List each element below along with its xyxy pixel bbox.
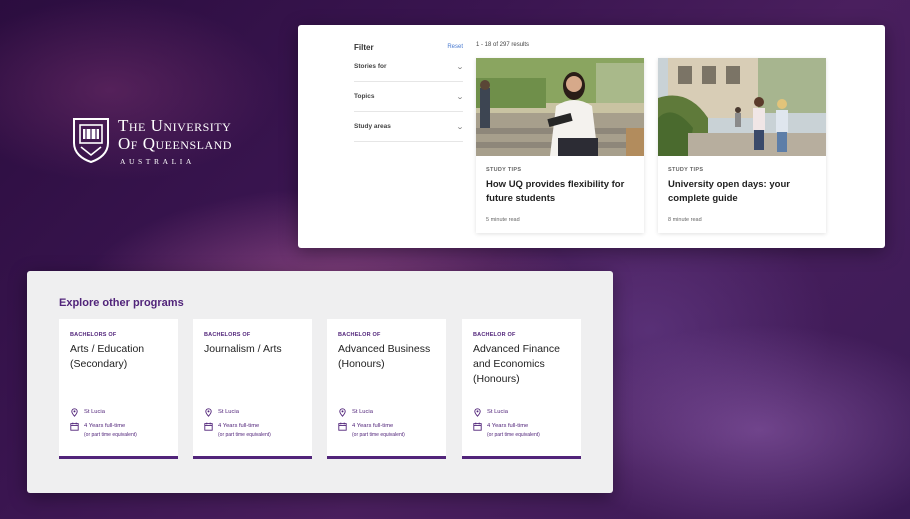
program-location: St Lucia	[473, 408, 508, 417]
duration-note: (or part time equivalent)	[218, 432, 271, 438]
calendar-icon	[338, 422, 347, 431]
chevron-down-icon: ⌄	[455, 63, 465, 71]
program-duration: 4 Years full-time (or part time equivale…	[338, 422, 405, 439]
story-read-time: 5 minute read	[486, 217, 520, 223]
program-name[interactable]: Journalism / Arts	[204, 342, 304, 357]
duration-text: 4 Years full-time	[487, 423, 529, 429]
program-location: St Lucia	[338, 408, 373, 417]
program-location: St Lucia	[204, 408, 239, 417]
filter-label: Topics	[354, 93, 375, 100]
uq-logo: The University Of Queensland AUSTRALIA	[72, 117, 232, 166]
duration-note: (or part time equivalent)	[487, 432, 540, 438]
crest-icon	[73, 118, 109, 163]
story-title[interactable]: University open days: your complete guid…	[668, 178, 816, 206]
filter-stories-for[interactable]: Stories for ⌄	[354, 52, 465, 82]
reset-link[interactable]: Reset	[447, 44, 463, 50]
program-duration: 4 Years full-time (or part time equivale…	[70, 422, 137, 439]
programs-panel: Explore other programs BACHELORS OF Arts…	[27, 271, 613, 493]
program-name[interactable]: Advanced Business (Honours)	[338, 342, 438, 372]
program-duration: 4 Years full-time (or part time equivale…	[204, 422, 271, 439]
story-read-time: 8 minute read	[668, 217, 702, 223]
program-card[interactable]: BACHELOR OF Advanced Business (Honours) …	[327, 319, 446, 459]
story-card[interactable]: STUDY TIPS University open days: your co…	[658, 58, 826, 233]
story-image	[476, 58, 644, 156]
calendar-icon	[204, 422, 213, 431]
program-location: St Lucia	[70, 408, 105, 417]
stories-panel: Filter Reset Stories for ⌄ Topics ⌄ Stud…	[298, 25, 885, 248]
duration-text: 4 Years full-time	[84, 423, 126, 429]
program-name[interactable]: Advanced Finance and Economics (Honours)	[473, 342, 573, 387]
story-card[interactable]: STUDY TIPS How UQ provides flexibility f…	[476, 58, 644, 233]
location-pin-icon	[474, 408, 481, 417]
program-card[interactable]: BACHELOR OF Advanced Finance and Economi…	[462, 319, 581, 459]
location-pin-icon	[339, 408, 346, 417]
results-count: 1 - 18 of 297 results	[476, 42, 530, 48]
program-kicker: BACHELOR OF	[338, 332, 381, 338]
duration-text: 4 Years full-time	[218, 423, 260, 429]
calendar-icon	[473, 422, 482, 431]
logo-line-1: The University	[118, 116, 232, 135]
program-card[interactable]: BACHELORS OF Arts / Education (Secondary…	[59, 319, 178, 459]
program-kicker: BACHELOR OF	[473, 332, 516, 338]
filter-title: Filter	[354, 42, 374, 52]
filter-label: Stories for	[354, 63, 387, 70]
story-tag: STUDY TIPS	[668, 167, 704, 173]
program-name[interactable]: Arts / Education (Secondary)	[70, 342, 170, 372]
filter-label: Study areas	[354, 123, 391, 130]
program-kicker: BACHELORS OF	[70, 332, 117, 338]
duration-note: (or part time equivalent)	[352, 432, 405, 438]
chevron-down-icon: ⌄	[455, 123, 465, 131]
filter-topics[interactable]: Topics ⌄	[354, 82, 465, 112]
location-pin-icon	[71, 408, 78, 417]
programs-title: Explore other programs	[59, 297, 184, 309]
filter-panel: Filter Reset Stories for ⌄ Topics ⌄ Stud…	[354, 42, 465, 142]
duration-note: (or part time equivalent)	[84, 432, 137, 438]
location-pin-icon	[205, 408, 212, 417]
duration-text: 4 Years full-time	[352, 423, 394, 429]
logo-line-2: Of Queensland	[118, 134, 232, 153]
location-text: St Lucia	[218, 409, 239, 415]
logo-line-3: AUSTRALIA	[120, 157, 195, 166]
story-tag: STUDY TIPS	[486, 167, 522, 173]
calendar-icon	[70, 422, 79, 431]
story-image	[658, 58, 826, 156]
location-text: St Lucia	[84, 409, 105, 415]
program-card[interactable]: BACHELORS OF Journalism / Arts St Lucia …	[193, 319, 312, 459]
chevron-down-icon: ⌄	[455, 93, 465, 101]
location-text: St Lucia	[487, 409, 508, 415]
program-kicker: BACHELORS OF	[204, 332, 251, 338]
program-duration: 4 Years full-time (or part time equivale…	[473, 422, 540, 439]
filter-study-areas[interactable]: Study areas ⌄	[354, 112, 465, 142]
story-title[interactable]: How UQ provides flexibility for future s…	[486, 178, 634, 206]
location-text: St Lucia	[352, 409, 373, 415]
